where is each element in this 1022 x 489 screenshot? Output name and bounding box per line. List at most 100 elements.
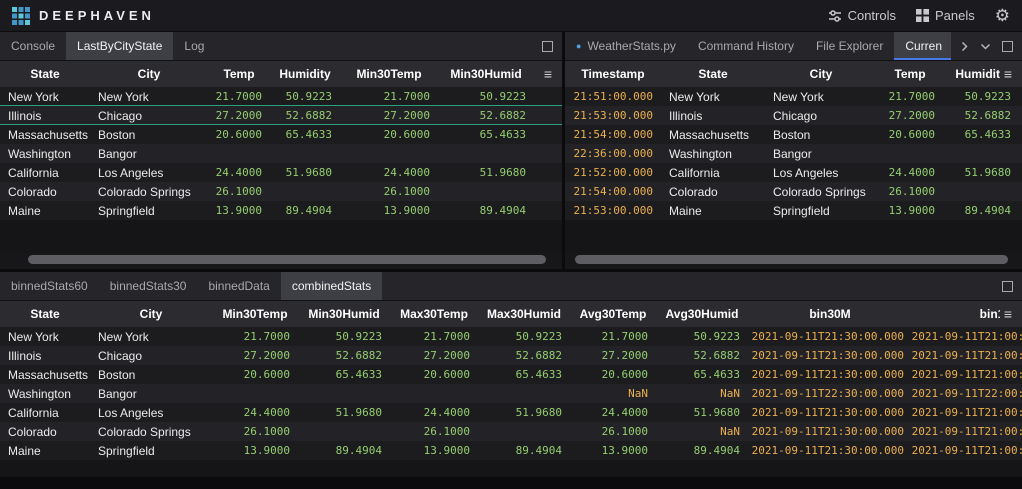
cell-city[interactable]: Springfield: [90, 441, 212, 460]
column-header-state[interactable]: State: [661, 67, 765, 81]
cell-min30temp[interactable]: 21.7000: [340, 87, 438, 106]
cell-min30temp[interactable]: 27.2000: [212, 346, 298, 365]
tab-combinedstats[interactable]: combinedStats: [281, 272, 382, 300]
cell-min30humid[interactable]: 52.6882: [298, 346, 390, 365]
cell-avg30humid[interactable]: NaN: [656, 384, 748, 403]
column-header-city[interactable]: City: [765, 67, 877, 81]
table-row[interactable]: MassachusettsBoston20.600065.463320.6000…: [0, 125, 562, 144]
table-row[interactable]: CaliforniaLos Angeles24.400051.968024.40…: [0, 403, 1022, 422]
cell-max30temp[interactable]: 20.6000: [390, 365, 478, 384]
cell-state[interactable]: Colorado: [0, 422, 90, 441]
table-row[interactable]: ColoradoColorado Springs26.100026.1000: [0, 182, 562, 201]
column-header-state[interactable]: State: [0, 307, 90, 321]
cell-bin30m[interactable]: 2021-09-11T22:30:00.000: [748, 384, 912, 403]
cell-city[interactable]: Colorado Springs: [90, 422, 212, 441]
cell-min30temp[interactable]: 13.9000: [212, 441, 298, 460]
cell-max30temp[interactable]: 26.1000: [390, 422, 478, 441]
cell-min30temp[interactable]: 20.6000: [212, 365, 298, 384]
cell-city[interactable]: Chicago: [765, 106, 877, 125]
tab-binnedstats60[interactable]: binnedStats60: [0, 272, 99, 300]
cell-state[interactable]: Illinois: [0, 346, 90, 365]
cell-city[interactable]: Colorado Springs: [765, 182, 877, 201]
table-row[interactable]: 22:36:00.000WashingtonBangor: [565, 144, 1022, 163]
table-row[interactable]: 21:51:00.000New YorkNew York21.700050.92…: [565, 87, 1022, 106]
cell-city[interactable]: Bangor: [90, 144, 208, 163]
cell-max30temp[interactable]: [390, 384, 478, 403]
cell-temp[interactable]: 26.1000: [208, 182, 270, 201]
cell-state[interactable]: Massachusetts: [0, 125, 90, 144]
cell-min30humid[interactable]: 65.4633: [298, 365, 390, 384]
cell-avg30humid[interactable]: 89.4904: [656, 441, 748, 460]
cell-min30humid[interactable]: 52.6882: [438, 106, 534, 125]
cell-bin1[interactable]: 2021-09-11T22:00:00.000: [912, 384, 1022, 403]
cell-min30temp[interactable]: 20.6000: [340, 125, 438, 144]
cell-humidity[interactable]: 65.4633: [270, 125, 340, 144]
cell-avg30humid[interactable]: NaN: [656, 422, 748, 441]
cell-temp[interactable]: 27.2000: [208, 106, 270, 125]
cell-city[interactable]: Boston: [90, 365, 212, 384]
table-row[interactable]: IllinoisChicago27.200052.688227.200052.6…: [0, 346, 1022, 365]
cell-bin1[interactable]: 2021-09-11T21:00:00.000: [912, 422, 1022, 441]
cell-avg30temp[interactable]: 27.2000: [570, 346, 656, 365]
cell-humidity[interactable]: 65.4633: [943, 125, 1019, 144]
chevron-down-icon[interactable]: [980, 42, 991, 51]
cell-timestamp[interactable]: 21:54:00.000: [565, 182, 661, 201]
settings-button[interactable]: ⚙: [995, 7, 1010, 24]
cell-city[interactable]: New York: [765, 87, 877, 106]
cell-bin1[interactable]: 2021-09-11T21:00:00.000: [912, 365, 1022, 384]
column-header-avg30humid[interactable]: Avg30Humid: [656, 307, 748, 321]
maximize-icon[interactable]: [1002, 41, 1013, 52]
cell-avg30temp[interactable]: 20.6000: [570, 365, 656, 384]
cell-max30temp[interactable]: 27.2000: [390, 346, 478, 365]
cell-city[interactable]: Bangor: [90, 384, 212, 403]
cell-min30humid[interactable]: [438, 182, 534, 201]
cell-min30temp[interactable]: 26.1000: [212, 422, 298, 441]
cell-temp[interactable]: 26.1000: [877, 182, 943, 201]
cell-min30humid[interactable]: [298, 384, 390, 403]
cell-max30humid[interactable]: 89.4904: [478, 441, 570, 460]
cell-min30temp[interactable]: 27.2000: [340, 106, 438, 125]
cell-state[interactable]: Massachusetts: [661, 125, 765, 144]
scrollbar-thumb[interactable]: [575, 255, 1008, 264]
cell-temp[interactable]: 21.7000: [208, 87, 270, 106]
cell-max30temp[interactable]: 13.9000: [390, 441, 478, 460]
cell-humidity[interactable]: 89.4904: [943, 201, 1019, 220]
column-header-city[interactable]: City: [90, 67, 208, 81]
cell-min30humid[interactable]: 65.4633: [438, 125, 534, 144]
cell-max30temp[interactable]: 24.4000: [390, 403, 478, 422]
cell-timestamp[interactable]: 21:53:00.000: [565, 106, 661, 125]
cell-temp[interactable]: 24.4000: [208, 163, 270, 182]
cell-timestamp[interactable]: 21:52:00.000: [565, 163, 661, 182]
cell-avg30humid[interactable]: 52.6882: [656, 346, 748, 365]
cell-city[interactable]: Boston: [90, 125, 208, 144]
tab-file-explorer[interactable]: File Explorer: [805, 32, 894, 60]
cell-city[interactable]: Springfield: [90, 201, 208, 220]
tab-binneddata[interactable]: binnedData: [197, 272, 280, 300]
controls-button[interactable]: Controls: [828, 8, 896, 23]
cell-timestamp[interactable]: 21:51:00.000: [565, 87, 661, 106]
cell-state[interactable]: New York: [661, 87, 765, 106]
table-row[interactable]: WashingtonBangorNaNNaN2021-09-11T22:30:0…: [0, 384, 1022, 403]
cell-bin30m[interactable]: 2021-09-11T21:30:00.000: [748, 346, 912, 365]
cell-state[interactable]: Massachusetts: [0, 365, 90, 384]
table-row[interactable]: 21:54:00.000ColoradoColorado Springs26.1…: [565, 182, 1022, 201]
cell-avg30humid[interactable]: 65.4633: [656, 365, 748, 384]
cell-state[interactable]: Maine: [0, 441, 90, 460]
cell-min30temp[interactable]: [212, 384, 298, 403]
cell-max30humid[interactable]: 50.9223: [478, 327, 570, 346]
cell-timestamp[interactable]: 21:53:00.000: [565, 201, 661, 220]
column-header-humidity[interactable]: Humidity: [270, 67, 340, 81]
maximize-icon[interactable]: [542, 41, 553, 52]
tab-binnedstats30[interactable]: binnedStats30: [99, 272, 198, 300]
tab-console[interactable]: Console: [0, 32, 66, 60]
horizontal-scrollbar[interactable]: [571, 255, 1016, 264]
table-row[interactable]: WashingtonBangor: [0, 144, 562, 163]
cell-bin30m[interactable]: 2021-09-11T21:30:00.000: [748, 441, 912, 460]
cell-min30temp[interactable]: 24.4000: [212, 403, 298, 422]
cell-temp[interactable]: 13.9000: [208, 201, 270, 220]
cell-avg30temp[interactable]: NaN: [570, 384, 656, 403]
cell-max30humid[interactable]: [478, 384, 570, 403]
cell-state[interactable]: Colorado: [0, 182, 90, 201]
tab-lastbycitystate[interactable]: LastByCityState: [66, 32, 173, 60]
column-header-temp[interactable]: Temp: [208, 67, 270, 81]
